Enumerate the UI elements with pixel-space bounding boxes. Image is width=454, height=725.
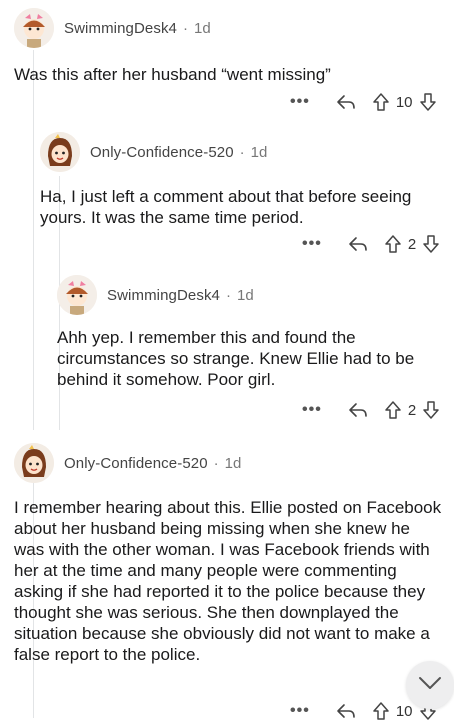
more-options-icon[interactable]: ••• (302, 402, 322, 418)
comment-header: SwimmingDesk4 · 1d (57, 275, 442, 315)
reply-arrow-icon[interactable] (348, 402, 368, 418)
comment: Only-Confidence-520 · 1d I remember hear… (14, 443, 444, 665)
more-options-icon[interactable]: ••• (290, 94, 310, 110)
more-options-icon[interactable]: ••• (302, 236, 322, 252)
comment: SwimmingDesk4 · 1d Was this after her hu… (14, 8, 444, 85)
vote-count: 10 (395, 93, 413, 111)
vote-count: 2 (407, 401, 417, 419)
comment-age: 1d (224, 454, 242, 472)
comment-age: 1d (237, 286, 254, 304)
chevron-down-icon (417, 675, 443, 696)
upvote-arrow-icon[interactable] (372, 92, 390, 112)
avatar[interactable] (40, 132, 80, 172)
collapse-button[interactable] (406, 661, 454, 709)
upvote-arrow-icon[interactable] (372, 701, 390, 721)
comment-actions: ••• 2 (302, 232, 440, 256)
separator-dot: · (239, 143, 245, 161)
comment-header: SwimmingDesk4 · 1d (14, 8, 444, 48)
vote-count: 10 (395, 702, 413, 720)
upvote-arrow-icon[interactable] (384, 234, 402, 254)
comment-actions: ••• 2 (302, 398, 440, 422)
comment-author[interactable]: Only-Confidence-520 (64, 455, 208, 472)
comment-age: 1d (194, 19, 211, 37)
comment: SwimmingDesk4 · 1d Ahh yep. I remember t… (57, 275, 442, 390)
downvote-arrow-icon[interactable] (422, 400, 440, 420)
comment-author[interactable]: SwimmingDesk4 (107, 287, 220, 304)
separator-dot: · (213, 454, 219, 472)
comment-body: Ahh yep. I remember this and found the c… (57, 328, 415, 389)
reply-arrow-icon[interactable] (348, 236, 368, 252)
avatar[interactable] (14, 443, 54, 483)
comment-age: 1d (250, 143, 268, 161)
more-options-icon[interactable]: ••• (290, 703, 310, 719)
comment-body: Was this after her husband “went missing… (14, 65, 331, 84)
comment-author[interactable]: Only-Confidence-520 (90, 144, 234, 161)
comment-body: I remember hearing about this. Ellie pos… (14, 498, 442, 664)
separator-dot: · (226, 286, 231, 304)
upvote-arrow-icon[interactable] (384, 400, 402, 420)
downvote-arrow-icon[interactable] (419, 92, 437, 112)
vote-count: 2 (407, 235, 417, 253)
separator-dot: · (183, 19, 188, 37)
reply-arrow-icon[interactable] (336, 94, 356, 110)
thread-line (33, 50, 34, 430)
comment-header: Only-Confidence-520 · 1d (14, 443, 444, 483)
downvote-arrow-icon[interactable] (422, 234, 440, 254)
avatar[interactable] (57, 275, 97, 315)
avatar[interactable] (14, 8, 54, 48)
comment-header: Only-Confidence-520 · 1d (40, 132, 440, 172)
comment-author[interactable]: SwimmingDesk4 (64, 20, 177, 37)
comment: Only-Confidence-520 · 1d Ha, I just left… (40, 132, 440, 228)
reply-arrow-icon[interactable] (336, 703, 356, 719)
comment-actions: ••• 10 (290, 90, 437, 114)
comment-body: Ha, I just left a comment about that bef… (40, 187, 412, 227)
